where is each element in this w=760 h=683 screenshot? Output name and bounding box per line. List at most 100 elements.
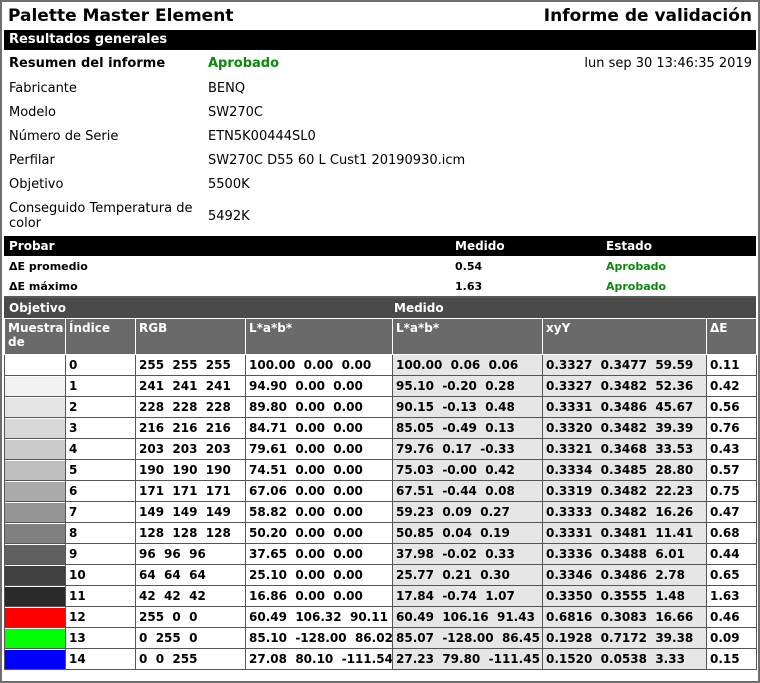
title-row: Palette Master Element Informe de valida… — [2, 2, 758, 30]
summary-status: Aprobado — [208, 55, 280, 71]
cell-lab-target: 58.82 0.00 0.00 — [245, 501, 393, 523]
col-swatch: Muestra de — [4, 318, 66, 355]
cell-lab-measured: 60.49 106.16 91.43 — [392, 606, 543, 628]
table-row: 14 0 0 255 27.08 80.10 -111.54 27.23 79.80 … — [4, 648, 757, 670]
swatch-fill — [5, 355, 65, 375]
cell-index: 6 — [65, 480, 136, 502]
table-row: 0 255 255 255 100.00 0.00 0.00 100.00 0.06 … — [4, 354, 757, 376]
cell-lab-measured: 100.00 0.06 0.06 — [392, 354, 543, 376]
cell-index: 9 — [65, 543, 136, 565]
color-swatch — [4, 543, 66, 565]
cell-rgb: 241 241 241 — [135, 375, 246, 397]
cell-lab-measured: 85.05 -0.49 0.13 — [392, 417, 543, 439]
swatch-fill — [5, 607, 65, 627]
field-achieved-temperature: Conseguido Temperatura de color 5492K — [9, 201, 250, 231]
cell-xyy: 0.3331 0.3486 45.67 — [542, 396, 707, 418]
color-swatch — [4, 438, 66, 460]
cell-delta-e: 0.44 — [706, 543, 757, 565]
cell-xyy: 0.3346 0.3486 2.78 — [542, 564, 707, 586]
swatch-fill — [5, 439, 65, 459]
table-row: 4 203 203 203 79.61 0.00 0.00 79.76 0.17 -0… — [4, 438, 757, 460]
cell-lab-measured: 79.76 0.17 -0.33 — [392, 438, 543, 460]
cell-rgb: 64 64 64 — [135, 564, 246, 586]
col-index: Índice — [65, 318, 136, 355]
cell-delta-e: 0.09 — [706, 627, 757, 649]
cell-index: 3 — [65, 417, 136, 439]
cell-lab-measured: 50.85 0.04 0.19 — [392, 522, 543, 544]
cell-delta-e: 0.65 — [706, 564, 757, 586]
table-row: 1 241 241 241 94.90 0.00 0.00 95.10 -0.20 0… — [4, 375, 757, 397]
cell-lab-measured: 90.15 -0.13 0.48 — [392, 396, 543, 418]
cell-rgb: 228 228 228 — [135, 396, 246, 418]
cell-xyy: 0.3334 0.3485 28.80 — [542, 459, 707, 481]
cell-lab-measured: 59.23 0.09 0.27 — [392, 501, 543, 523]
app-title: Palette Master Element — [8, 6, 234, 26]
swatch-fill — [5, 460, 65, 480]
cell-index: 14 — [65, 648, 136, 670]
general-results-band: Resultados generales — [4, 30, 756, 50]
samples-table: Muestra de Índice RGB L*a*b* L*a*b* xyY … — [4, 318, 757, 670]
cell-index: 7 — [65, 501, 136, 523]
cell-index: 13 — [65, 627, 136, 649]
cell-lab-measured: 25.77 0.21 0.30 — [392, 564, 543, 586]
color-swatch — [4, 480, 66, 502]
swatch-fill — [5, 586, 65, 606]
field-target: Objetivo 5500K — [9, 176, 250, 192]
cell-rgb: 0 255 0 — [135, 627, 246, 649]
color-swatch — [4, 396, 66, 418]
test-row-avg: ΔE promedio 0.54 Aprobado — [9, 259, 667, 273]
cell-delta-e: 0.47 — [706, 501, 757, 523]
general-info: Resumen del informe Aprobado lun sep 30 … — [4, 50, 756, 236]
cell-lab-target: 84.71 0.00 0.00 — [245, 417, 393, 439]
color-swatch — [4, 375, 66, 397]
cell-index: 1 — [65, 375, 136, 397]
cell-delta-e: 0.15 — [706, 648, 757, 670]
swatch-fill — [5, 523, 65, 543]
test-row-max: ΔE máximo 1.63 Aprobado — [9, 279, 667, 293]
cell-delta-e: 0.42 — [706, 375, 757, 397]
cell-lab-target: 79.61 0.00 0.00 — [245, 438, 393, 460]
cell-rgb: 255 255 255 — [135, 354, 246, 376]
field-model: Modelo SW270C — [9, 104, 263, 120]
cell-lab-target: 100.00 0.00 0.00 — [245, 354, 393, 376]
cell-index: 0 — [65, 354, 136, 376]
col-rgb: RGB — [135, 318, 246, 355]
tests-header: Probar Medido Estado — [4, 236, 756, 256]
color-swatch — [4, 648, 66, 670]
table-row: 13 0 255 0 85.10 -128.00 86.02 85.07 -128.0… — [4, 627, 757, 649]
field-manufacturer: Fabricante BENQ — [9, 80, 246, 96]
report-title: Informe de validación — [543, 6, 752, 26]
cell-delta-e: 0.68 — [706, 522, 757, 544]
color-swatch — [4, 627, 66, 649]
swatch-fill — [5, 502, 65, 522]
cell-lab-target: 74.51 0.00 0.00 — [245, 459, 393, 481]
swatch-fill — [5, 481, 65, 501]
cell-rgb: 0 0 255 — [135, 648, 246, 670]
table-row: 2 228 228 228 89.80 0.00 0.00 90.15 -0.13 0… — [4, 396, 757, 418]
report-date: lun sep 30 13:46:35 2019 — [584, 55, 752, 71]
field-profile: Perfilar SW270C D55 60 L Cust1 20190930.… — [9, 152, 466, 168]
cell-rgb: 190 190 190 — [135, 459, 246, 481]
table-row: 10 64 64 64 25.10 0.00 0.00 25.77 0.21 0.30… — [4, 564, 757, 586]
cell-rgb: 149 149 149 — [135, 501, 246, 523]
table-row: 11 42 42 42 16.86 0.00 0.00 17.84 -0.74 1.0… — [4, 585, 757, 607]
samples-header-row: Muestra de Índice RGB L*a*b* L*a*b* xyY … — [4, 318, 757, 355]
swatch-fill — [5, 397, 65, 417]
cell-index: 10 — [65, 564, 136, 586]
cell-lab-target: 67.06 0.00 0.00 — [245, 480, 393, 502]
cell-index: 2 — [65, 396, 136, 418]
table-row: 3 216 216 216 84.71 0.00 0.00 85.05 -0.49 0… — [4, 417, 757, 439]
color-swatch — [4, 606, 66, 628]
field-serial: Número de Serie ETN5K00444SL0 — [9, 128, 316, 144]
cell-rgb: 42 42 42 — [135, 585, 246, 607]
cell-xyy: 0.3320 0.3482 39.39 — [542, 417, 707, 439]
cell-lab-target: 89.80 0.00 0.00 — [245, 396, 393, 418]
cell-lab-target: 16.86 0.00 0.00 — [245, 585, 393, 607]
cell-xyy: 0.3333 0.3482 16.26 — [542, 501, 707, 523]
cell-lab-measured: 17.84 -0.74 1.07 — [392, 585, 543, 607]
cell-lab-measured: 85.07 -128.00 86.45 — [392, 627, 543, 649]
report-frame: Palette Master Element Informe de valida… — [0, 0, 760, 683]
cell-delta-e: 0.56 — [706, 396, 757, 418]
cell-lab-target: 25.10 0.00 0.00 — [245, 564, 393, 586]
cell-index: 12 — [65, 606, 136, 628]
